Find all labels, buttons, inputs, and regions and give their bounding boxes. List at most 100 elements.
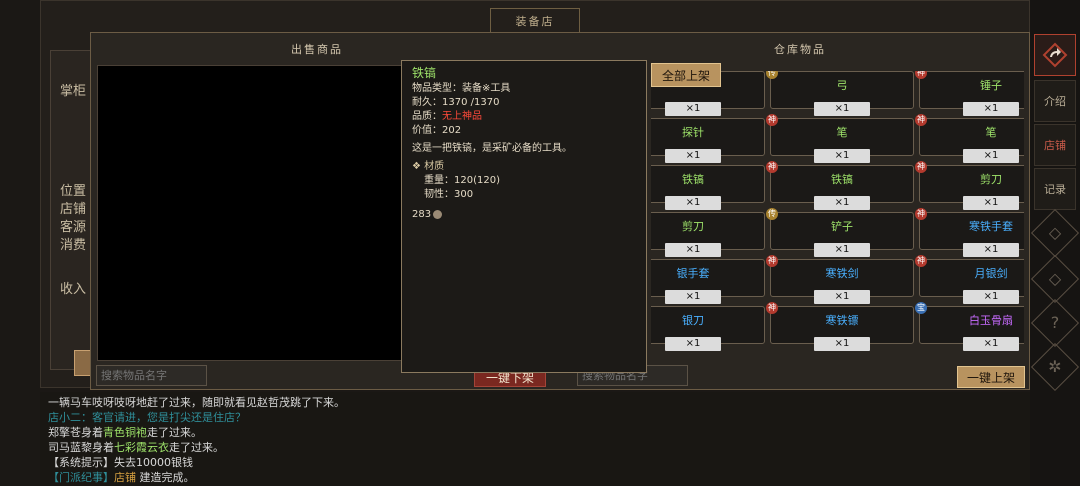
warehouse-item-name: 剪刀: [980, 173, 1002, 186]
rarity-badge-icon: 传: [766, 208, 778, 220]
warehouse-item-qty: ×1: [665, 337, 721, 351]
tooltip-toughness: 韧性：300: [424, 189, 474, 200]
warehouse-item-qty: ×1: [963, 243, 1019, 257]
warehouse-item-qty: ×1: [814, 196, 870, 210]
right-nav: 介绍 店铺 记录 ◇ ◇ ? ✲: [1030, 0, 1080, 486]
warehouse-item-name: 探针: [682, 126, 704, 139]
warehouse-item-qty: ×1: [814, 290, 870, 304]
rarity-badge-icon: 神: [766, 255, 778, 267]
log-line: 【系统提示】失去10000银钱: [48, 456, 193, 469]
warehouse-grid: ×1神弓×1传锤子×1神探针×1笔×1神笔×1神铁镐×1铁镐×1神剪刀×1神剪刀…: [651, 71, 1024, 361]
tooltip-value: 价值：202: [412, 125, 462, 136]
log-line: 【门派纪事】店铺 建造完成。: [48, 471, 195, 484]
log-line: 郑擎苍身着青色铜袍走了过来。: [48, 426, 202, 439]
diamond-bullet-icon: ❖: [412, 161, 425, 172]
warehouse-item[interactable]: 月银剑 ×1 神: [915, 255, 1024, 304]
nav-record[interactable]: 记录: [1034, 168, 1076, 210]
warehouse-item[interactable]: 白玉骨扇 ×1 宝: [915, 302, 1024, 351]
warehouse-item-name: 白玉骨扇: [969, 314, 1013, 327]
warehouse-item-name: 笔: [836, 126, 848, 139]
tooltip-quality: 品质：无上神品: [412, 111, 482, 122]
warehouse-item-qty: ×1: [814, 102, 870, 116]
warehouse-item-name: 铁镐: [682, 173, 704, 186]
tooltip-item-type: 物品类型：装备※工具: [412, 83, 511, 94]
warehouse-item-name: 寒铁剑: [825, 267, 859, 280]
warehouse-item[interactable]: 寒铁手套 ×1 神: [915, 208, 1024, 257]
warehouse-item[interactable]: 铁镐 ×1: [651, 165, 765, 210]
warehouse-item-name: 寒铁镖: [825, 314, 859, 327]
log-line: 店小二：客官请进，您是打尖还是住店？: [48, 411, 246, 424]
event-log: 一辆马车吱呀吱呀地赶了过来，随即就看见赵哲茂跳了下来。 店小二：客官请进，您是打尖…: [40, 392, 1030, 486]
warehouse-item-name: 剪刀: [682, 220, 704, 233]
rarity-badge-icon: 神: [915, 114, 927, 126]
warehouse-item-qty: ×1: [963, 290, 1019, 304]
gear-icon[interactable]: ✲: [1030, 342, 1080, 392]
warehouse-item-name: 铁镐: [831, 173, 853, 186]
warehouse-item-qty: ×1: [963, 102, 1019, 116]
shop-title: 装备店: [490, 8, 580, 34]
tooltip-durability: 耐久：1370 /1370: [412, 97, 500, 108]
item-tooltip: 铁镐 物品类型：装备※工具 耐久：1370 /1370 品质：无上神品 价值：2…: [401, 60, 647, 373]
warehouse-item[interactable]: 铲子 ×1 传: [766, 208, 914, 257]
warehouse-item[interactable]: 剪刀 ×1 神: [915, 161, 1024, 210]
warehouse-item-qty: ×1: [814, 149, 870, 163]
rarity-badge-icon: 神: [915, 161, 927, 173]
warehouse-item-name: 弓: [836, 79, 848, 92]
label-spending: 消费: [60, 238, 87, 253]
diamond-icon-2[interactable]: ◇: [1030, 254, 1080, 304]
diamond-icon-1[interactable]: ◇: [1030, 208, 1080, 258]
rarity-badge-icon: 神: [915, 255, 927, 267]
warehouse-item-qty: ×1: [814, 337, 870, 351]
rarity-badge-icon: 神: [766, 114, 778, 126]
help-icon[interactable]: ?: [1030, 298, 1080, 348]
warehouse-item-qty: ×1: [665, 290, 721, 304]
warehouse-title: 仓库物品: [774, 43, 826, 56]
label-shop: 店铺: [60, 202, 87, 217]
label-income: 收入: [60, 282, 87, 297]
nav-intro[interactable]: 介绍: [1034, 80, 1076, 122]
warehouse-item-qty: ×1: [665, 149, 721, 163]
return-icon[interactable]: [1034, 34, 1076, 76]
sell-title: 出售商品: [291, 43, 343, 56]
warehouse-item-name: 银刀: [682, 314, 704, 327]
warehouse-item-name: 笔: [985, 126, 997, 139]
tooltip-weight: 重量：120(120): [424, 175, 500, 186]
list-all-bottom-button[interactable]: 一键上架: [957, 366, 1025, 388]
warehouse-item[interactable]: 寒铁剑 ×1 神: [766, 255, 914, 304]
tooltip-item-name: 铁镐: [412, 66, 437, 80]
warehouse-item[interactable]: 笔 ×1 神: [766, 114, 914, 163]
warehouse-item[interactable]: 铁镐 ×1 神: [766, 161, 914, 210]
warehouse-item-qty: ×1: [963, 337, 1019, 351]
warehouse-item-name: 银手套: [676, 267, 710, 280]
warehouse-item-name: 铲子: [831, 220, 853, 233]
list-all-button[interactable]: 全部上架: [651, 63, 721, 87]
warehouse-item[interactable]: 银刀 ×1: [651, 306, 765, 351]
warehouse-item[interactable]: 剪刀 ×1: [651, 212, 765, 257]
warehouse-item-name: 寒铁手套: [969, 220, 1013, 233]
warehouse-item-qty: ×1: [665, 102, 721, 116]
label-location: 位置: [60, 184, 87, 199]
tooltip-price: 283: [412, 208, 636, 222]
warehouse-item-name: 锤子: [980, 79, 1002, 92]
warehouse-item-qty: ×1: [963, 196, 1019, 210]
sell-search-input[interactable]: [96, 365, 207, 386]
log-line: 司马蓝黎身着七彩霞云衣走了过来。: [48, 441, 224, 454]
rarity-badge-icon: 宝: [915, 302, 927, 314]
warehouse-item[interactable]: 探针 ×1: [651, 118, 765, 163]
warehouse-item-qty: ×1: [665, 243, 721, 257]
warehouse-item[interactable]: 笔 ×1 神: [915, 114, 1024, 163]
warehouse-item-qty: ×1: [665, 196, 721, 210]
warehouse-item[interactable]: 锤子 ×1 神: [915, 71, 1024, 116]
warehouse-item-qty: ×1: [814, 243, 870, 257]
warehouse-item-qty: ×1: [963, 149, 1019, 163]
log-line: 一辆马车吱呀吱呀地赶了过来，随即就看见赵哲茂跳了下来。: [48, 396, 345, 409]
tooltip-material: ❖ 材质: [412, 161, 445, 172]
nav-shop[interactable]: 店铺: [1034, 124, 1076, 166]
rarity-badge-icon: 神: [915, 208, 927, 220]
warehouse-item[interactable]: 银手套 ×1: [651, 259, 765, 304]
warehouse-item[interactable]: 寒铁镖 ×1 神: [766, 302, 914, 351]
warehouse-item[interactable]: 弓 ×1 传: [766, 71, 914, 116]
tooltip-description: 这是一把铁镐，是采矿必备的工具。: [412, 143, 572, 154]
label-shopkeeper: 掌柜: [60, 84, 87, 99]
label-customers: 客源: [60, 220, 87, 235]
